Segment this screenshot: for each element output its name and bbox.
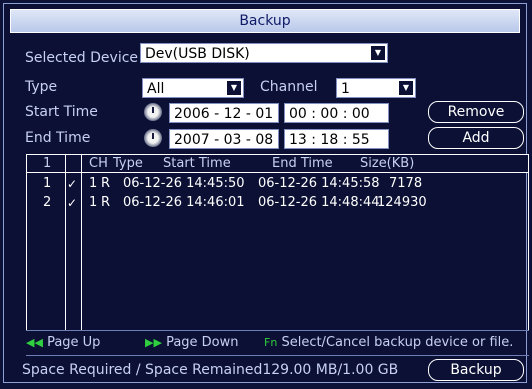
- header-start-time: Start Time: [163, 156, 231, 171]
- footer-divider: [26, 355, 529, 356]
- page-up-icon: ◀◀: [26, 336, 43, 349]
- backup-file-list: 1 CH Type Start Time End Time Size(KB) 1…: [26, 154, 529, 331]
- header-size: Size(KB): [360, 156, 415, 171]
- header-type: Type: [113, 156, 143, 171]
- page-up-hint[interactable]: ◀◀ Page Up: [26, 335, 100, 350]
- type-value: All: [147, 81, 165, 97]
- type-select[interactable]: All ▼: [142, 78, 244, 98]
- row-ch: 1: [89, 195, 98, 210]
- row-type: R: [101, 195, 111, 210]
- channel-value: 1: [341, 81, 350, 97]
- end-time-label: End Time: [25, 130, 91, 146]
- row-end-time: 06-12-26 14:45:58: [258, 176, 380, 191]
- backup-button[interactable]: Backup: [428, 359, 524, 381]
- start-date-field[interactable]: 2006 - 12 - 01: [169, 103, 279, 123]
- row-start-time: 06-12-26 14:45:50: [123, 176, 245, 191]
- chevron-down-icon: ▼: [399, 81, 413, 95]
- column-divider: [65, 155, 66, 330]
- row-end-time: 06-12-26 14:48:44: [258, 195, 380, 210]
- add-button[interactable]: Add: [428, 127, 524, 149]
- page-down-hint[interactable]: ▶▶ Page Down: [145, 335, 239, 350]
- row-checkbox[interactable]: ✓: [67, 197, 79, 209]
- remove-button[interactable]: Remove: [428, 101, 524, 123]
- row-index: 1: [43, 176, 52, 191]
- selected-device-label: Selected Device: [25, 50, 139, 66]
- page-down-icon: ▶▶: [145, 336, 162, 349]
- selected-device-value: Dev(USB DISK): [145, 46, 250, 62]
- page-down-label: Page Down: [166, 335, 239, 350]
- row-size: 124930: [377, 195, 427, 210]
- select-cancel-label: Select/Cancel backup device or file.: [281, 335, 514, 350]
- end-date-field[interactable]: 2007 - 03 - 08: [169, 129, 279, 149]
- window-title: Backup: [10, 9, 520, 33]
- header-ch: CH: [89, 156, 108, 171]
- header-index: 1: [43, 156, 52, 171]
- backup-window: Backup Selected Device Dev(USB DISK) ▼ T…: [3, 3, 529, 383]
- clock-icon[interactable]: [144, 129, 162, 147]
- end-time-field[interactable]: 13 : 18 : 55: [284, 129, 389, 149]
- column-divider: [81, 155, 82, 330]
- chevron-down-icon: ▼: [371, 46, 385, 60]
- start-time-field[interactable]: 00 : 00 : 00: [284, 103, 389, 123]
- row-checkbox[interactable]: ✓: [67, 178, 79, 190]
- select-cancel-hint: Fn Select/Cancel backup device or file.: [264, 335, 513, 350]
- page-up-label: Page Up: [47, 335, 101, 350]
- clock-icon[interactable]: [144, 103, 162, 121]
- space-info: Space Required / Space Remained129.00 MB…: [22, 362, 399, 378]
- selected-device-select[interactable]: Dev(USB DISK) ▼: [140, 43, 388, 63]
- channel-select[interactable]: 1 ▼: [336, 78, 416, 98]
- row-ch: 1: [89, 176, 98, 191]
- row-index: 2: [43, 195, 52, 210]
- type-label: Type: [25, 79, 58, 95]
- channel-label: Channel: [260, 79, 318, 95]
- header-end-time: End Time: [272, 156, 333, 171]
- row-start-time: 06-12-26 14:46:01: [123, 195, 245, 210]
- row-type: R: [101, 176, 111, 191]
- chevron-down-icon: ▼: [227, 81, 241, 95]
- row-size: 7178: [389, 176, 423, 191]
- start-time-label: Start Time: [25, 104, 98, 120]
- footer-divider: [26, 330, 529, 331]
- fn-key-icon: Fn: [264, 336, 278, 349]
